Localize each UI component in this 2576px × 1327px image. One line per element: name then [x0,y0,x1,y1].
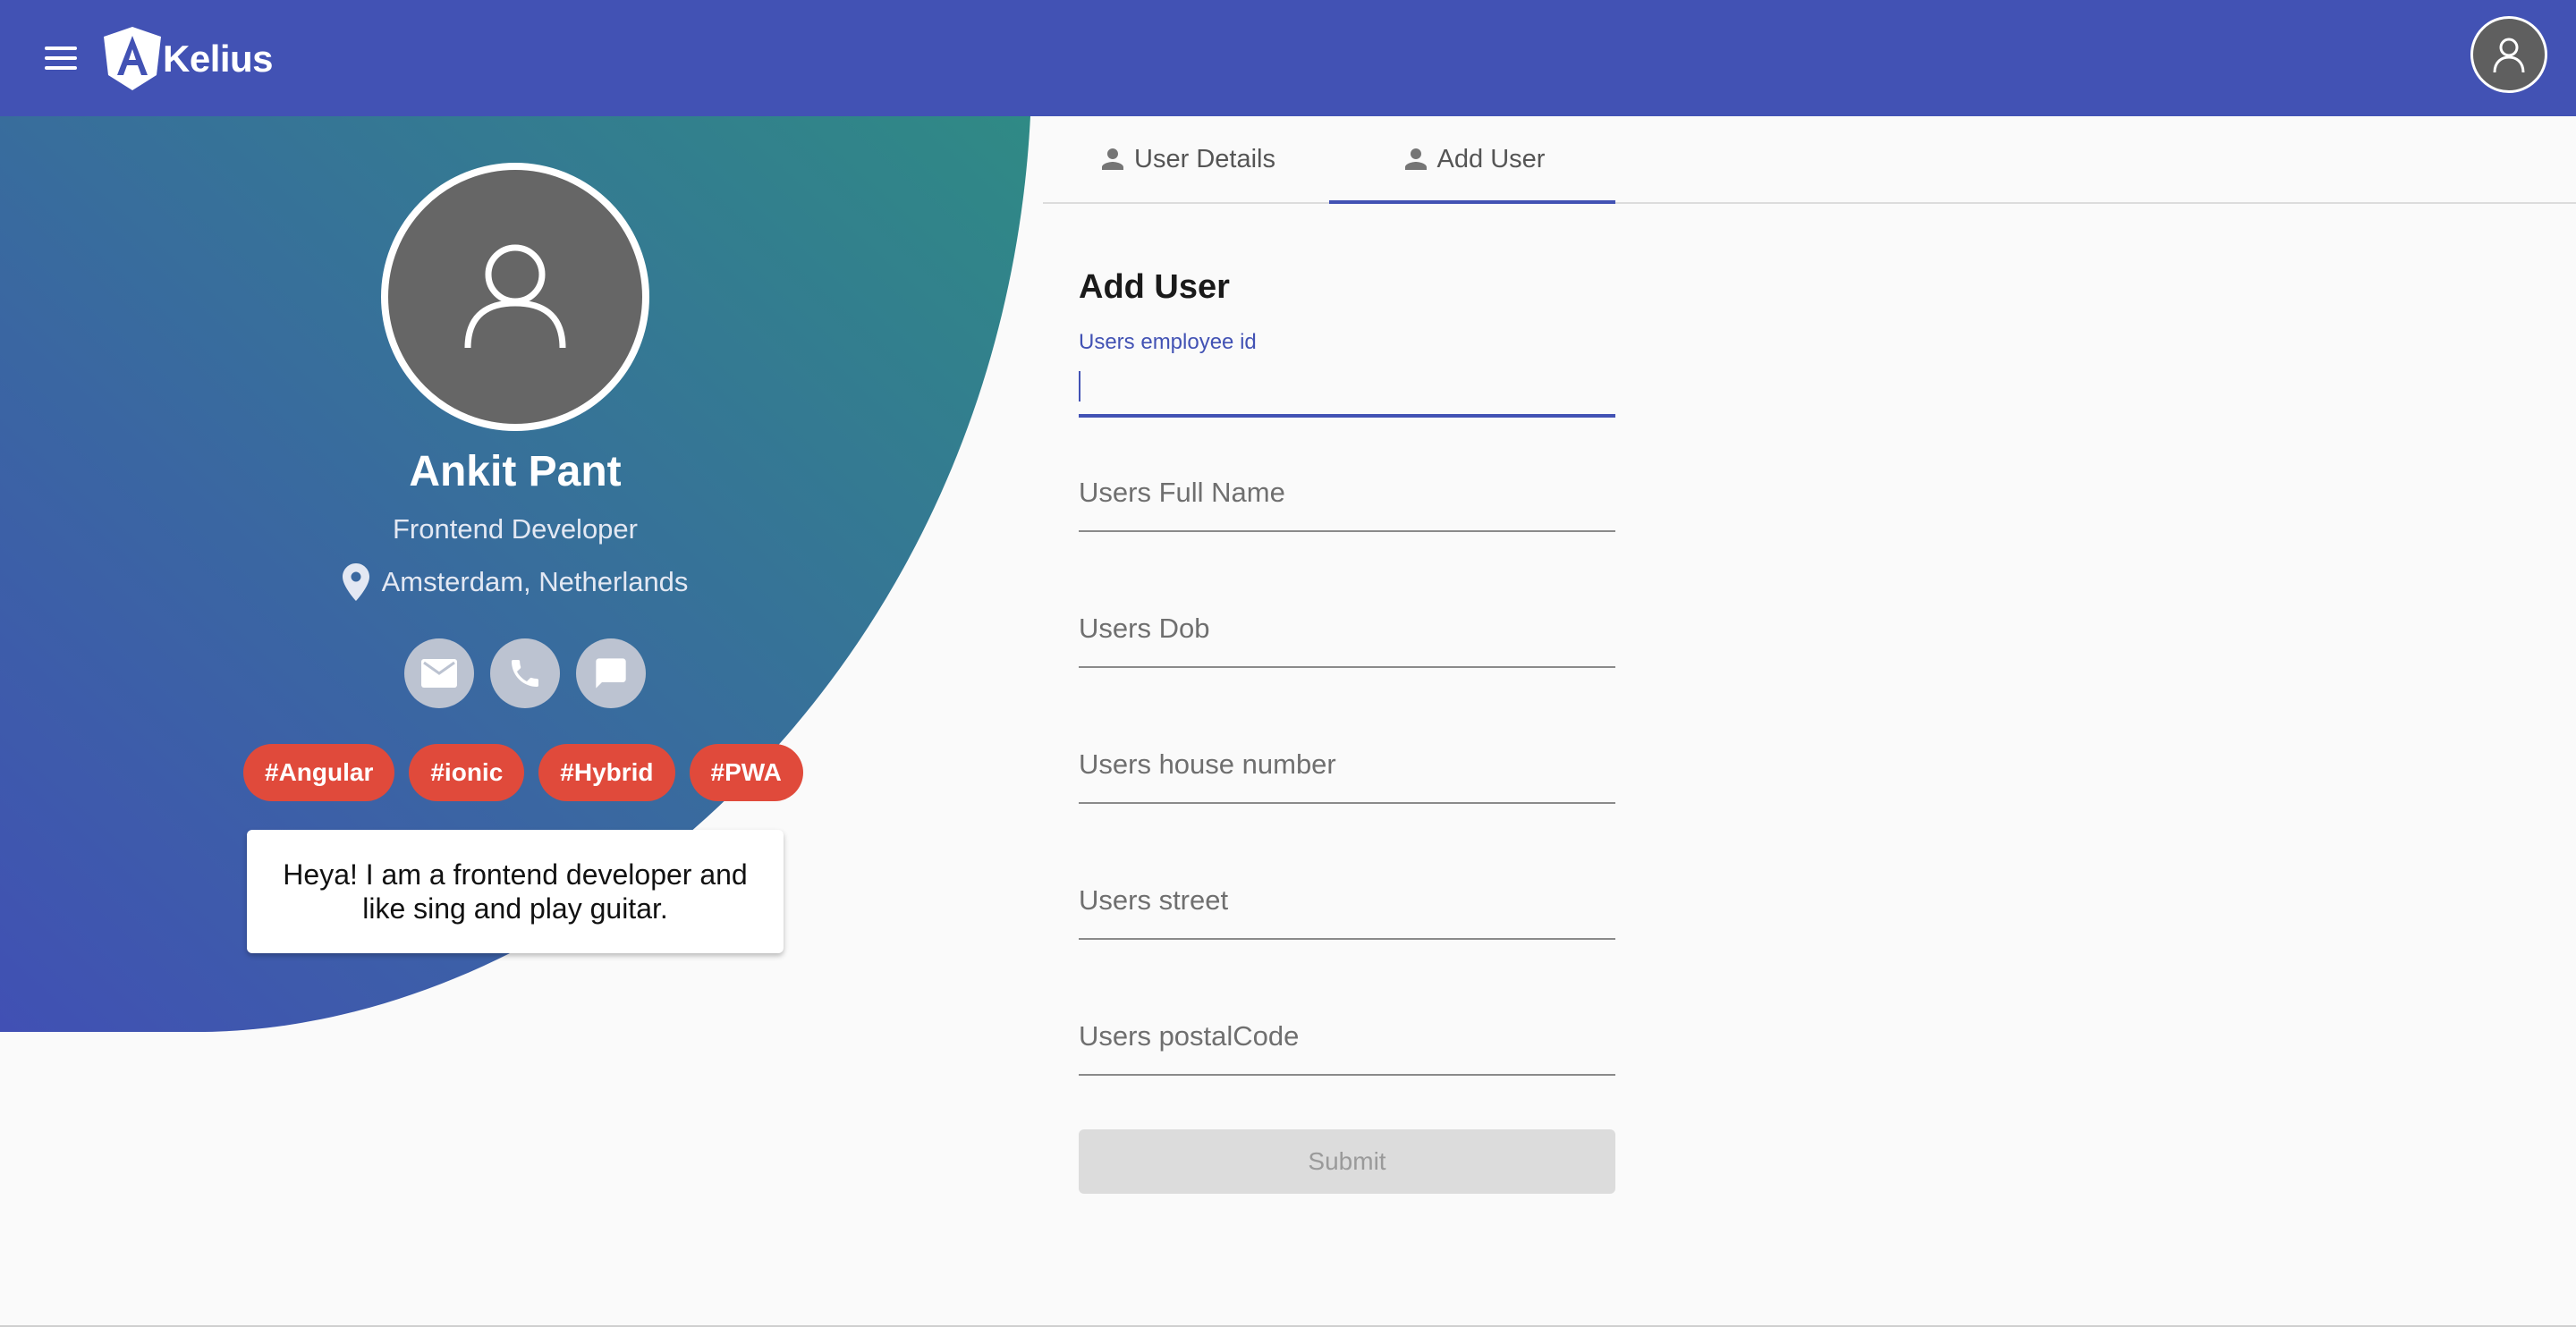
full-name-input[interactable] [1079,482,1615,532]
phone-button[interactable] [490,638,560,708]
text-caret [1079,371,1080,401]
chat-icon [596,658,626,689]
profile-panel: Ankit Pant Frontend Developer Amsterdam,… [0,116,1030,1032]
top-toolbar: Kelius [0,0,2576,116]
mail-icon [421,659,457,688]
profile-location: Amsterdam, Netherlands [0,563,1030,601]
contact-buttons [404,638,646,708]
chat-button[interactable] [576,638,646,708]
employee-id-input[interactable] [1079,368,1615,418]
bio-card: Heya! I am a frontend developer and like… [247,830,784,953]
employee-id-field: Users employee id [1079,325,1615,418]
person-icon [464,244,566,349]
location-pin-icon [342,563,369,601]
street-field: Users street [1079,840,1615,940]
profile-name: Ankit Pant [409,448,622,495]
account-circle-icon [2493,38,2525,73]
dob-input[interactable] [1079,618,1615,668]
person-icon [1102,148,1124,170]
full-name-field: Users Full Name [1079,432,1615,532]
tag-chip[interactable]: #ionic [409,744,525,801]
brand-name: Kelius [163,38,274,80]
dob-field: Users Dob [1079,568,1615,668]
street-input[interactable] [1079,890,1615,940]
tab-label: Add User [1436,144,1546,173]
tag-chip[interactable]: #PWA [689,744,803,801]
house-number-input[interactable] [1079,754,1615,804]
tag-chip[interactable]: #Hybrid [538,744,675,801]
tag-chip[interactable]: #Angular [243,744,395,801]
field-label: Users employee id [1079,330,1257,354]
profile-avatar [381,163,649,431]
hamburger-menu-icon[interactable] [43,41,79,75]
person-icon [1404,148,1427,170]
form-title: Add User [1079,268,1230,306]
angular-shield-icon [104,27,161,90]
submit-button[interactable]: Submit [1079,1129,1615,1194]
tab-label: User Details [1134,144,1275,173]
house-number-field: Users house number [1079,704,1615,804]
tab-bar: User Details Add User [1043,116,2576,204]
profile-role: Frontend Developer [393,513,638,545]
location-text: Amsterdam, Netherlands [381,566,689,597]
app-logo[interactable]: Kelius [100,25,274,93]
phone-icon [512,660,538,687]
add-user-form: Add User Users employee id Users Full Na… [1079,268,1615,1194]
postal-code-input[interactable] [1079,1026,1615,1076]
postal-code-field: Users postalCode [1079,976,1615,1076]
account-button[interactable] [2470,16,2547,93]
tab-add-user[interactable]: Add User [1329,116,1615,204]
email-button[interactable] [404,638,474,708]
tab-user-details[interactable]: User Details [1043,116,1329,202]
skill-tags: #Angular #ionic #Hybrid #PWA [243,744,803,801]
